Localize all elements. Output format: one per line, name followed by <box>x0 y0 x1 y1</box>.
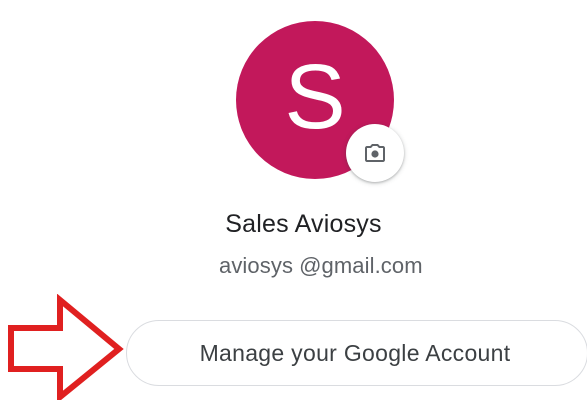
account-email: aviosys @gmail.com <box>219 253 423 279</box>
account-name: Sales Aviosys <box>225 210 382 238</box>
email-user: aviosys <box>219 253 294 278</box>
account-panel: S Sales Aviosys aviosys @gmail.com Manage… <box>0 0 587 400</box>
email-domain: @gmail.com <box>299 253 423 278</box>
arrow-right-outline-icon <box>8 294 124 400</box>
camera-icon <box>365 144 385 162</box>
manage-account-button[interactable]: Manage your Google Account <box>126 320 587 386</box>
change-photo-button[interactable] <box>346 124 404 182</box>
